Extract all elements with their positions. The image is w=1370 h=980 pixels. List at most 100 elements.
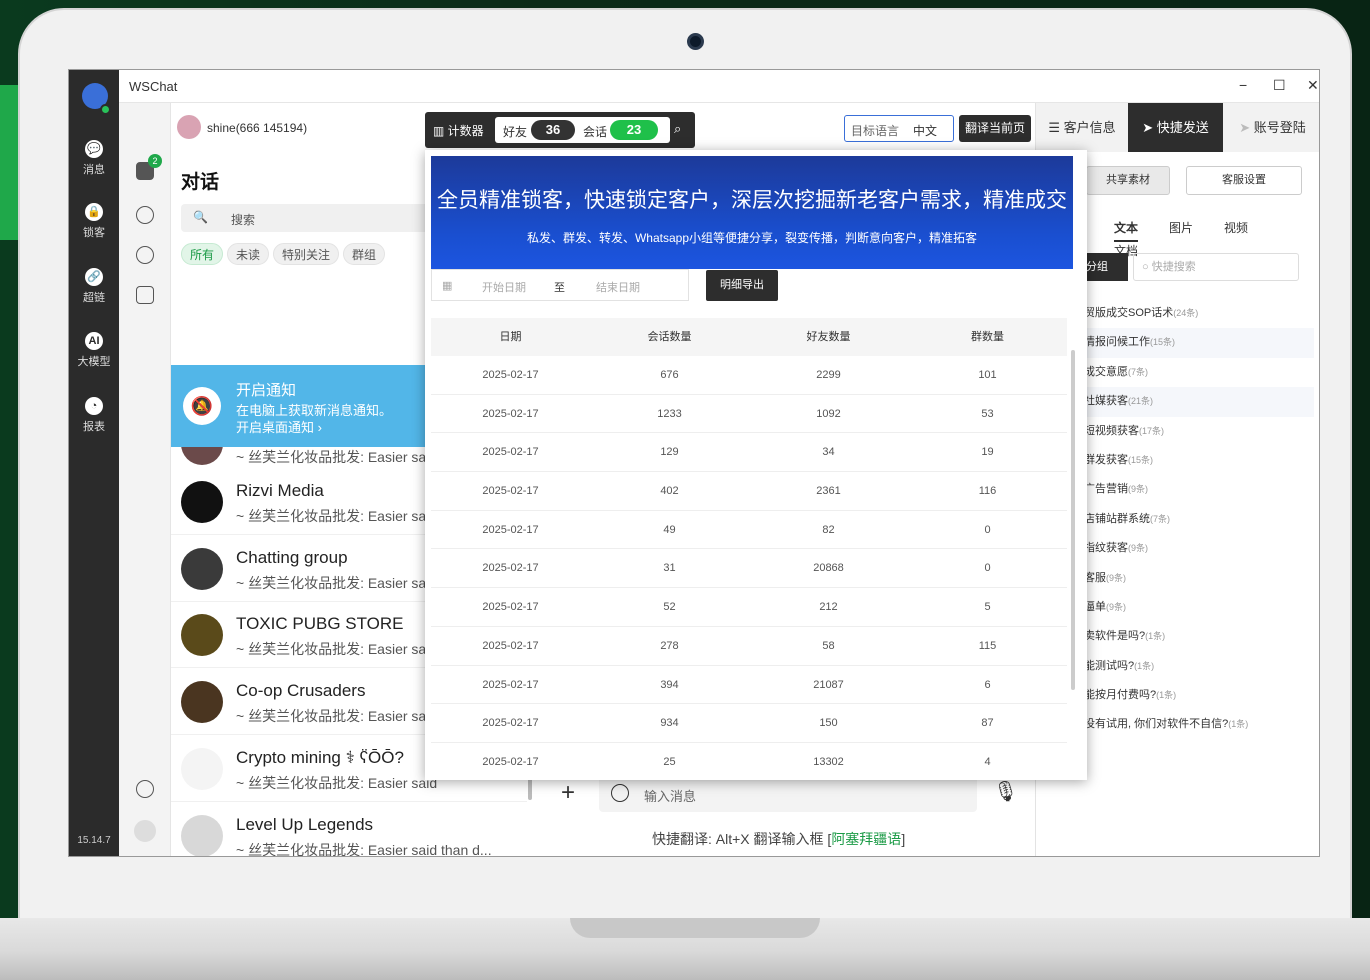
- counter-label[interactable]: ▥ 计数器: [433, 122, 484, 139]
- quick-search-input[interactable]: ○ 快捷搜索: [1133, 253, 1299, 281]
- target-language-select[interactable]: 目标语言 中文: [844, 115, 954, 142]
- minimize-button[interactable]: −: [1239, 77, 1247, 93]
- column-header[interactable]: 好友数量: [749, 318, 908, 356]
- table-cell: 1233: [657, 407, 682, 420]
- tab-label: 快捷发送: [1156, 120, 1209, 135]
- column-header[interactable]: 群数量: [908, 318, 1067, 356]
- notice-title: 开启通知: [236, 382, 297, 399]
- translate-page-button[interactable]: 翻译当前页: [959, 115, 1031, 142]
- category-item[interactable]: 客服(9条): [1084, 564, 1314, 593]
- table-cell: 394: [660, 678, 679, 691]
- target-language-label: 目标语言: [851, 124, 900, 138]
- chat-avatar: [181, 747, 223, 790]
- zoom-search-icon[interactable]: ⌕: [674, 121, 681, 137]
- table-cell: 2025-02-17: [482, 446, 539, 459]
- tab-video[interactable]: 视频: [1224, 219, 1248, 236]
- category-count: (9条): [1128, 543, 1148, 554]
- category-item[interactable]: 逼单(9条): [1084, 593, 1314, 622]
- end-date-input[interactable]: 结束日期: [596, 279, 640, 295]
- rail-item-message[interactable]: 💬 消息: [69, 140, 119, 177]
- chat-name: TOXIC PUBG STORE: [236, 614, 404, 634]
- table-cell: 2025-02-17: [482, 562, 539, 575]
- emoji-icon[interactable]: [611, 784, 629, 802]
- banner-title: 全员精准锁客，快速锁定客户，深层次挖掘新老客户需求，精准成交: [437, 189, 1067, 212]
- shared-materials-button[interactable]: 共享素材: [1086, 166, 1170, 195]
- category-item[interactable]: 短视频获客(17条): [1084, 417, 1314, 446]
- rail-item-ai[interactable]: AI 大模型: [69, 332, 119, 369]
- table-cell: 25: [663, 755, 676, 768]
- filter-groups[interactable]: 群组: [343, 243, 386, 265]
- version-label: 15.14.7: [77, 835, 111, 846]
- category-item[interactable]: 能测试吗?(1条): [1084, 652, 1314, 681]
- table-cell: 129: [660, 446, 679, 459]
- rail-item-report[interactable]: ◔ 报表: [69, 397, 119, 434]
- category-name: 店铺站群系统: [1084, 512, 1150, 525]
- communities-icon[interactable]: [136, 286, 154, 304]
- rail-item-link[interactable]: 🔗 超链: [69, 268, 119, 305]
- table-row: 2025-02-17 31 20868 0: [431, 549, 1067, 589]
- category-name: 成交意愿: [1084, 365, 1128, 378]
- category-item[interactable]: 店铺站群系统(7条): [1084, 505, 1314, 534]
- friends-count: 36: [531, 120, 575, 140]
- category-item[interactable]: 情报问候工作(15条): [1084, 328, 1314, 358]
- date-range-picker[interactable]: ▦ 开始日期 至 结束日期: [431, 269, 689, 301]
- close-button[interactable]: ✕: [1307, 77, 1319, 94]
- chat-item[interactable]: Level Up Legends ~ 丝芙兰化妆品批发: Easier said …: [171, 803, 527, 856]
- left-rail: 💬 消息 🔒 锁客 🔗 超链 AI 大模型 ◔ 报表 15.14.7: [69, 70, 119, 856]
- tab-text[interactable]: 文本: [1114, 219, 1139, 242]
- enable-notifications-link[interactable]: 开启桌面通知 ›: [236, 417, 322, 436]
- maximize-button[interactable]: ☐: [1273, 77, 1286, 94]
- filter-all[interactable]: 所有: [181, 243, 224, 265]
- category-item[interactable]: 能按月付费吗?(1条): [1084, 681, 1314, 710]
- category-name: 逼单: [1084, 600, 1106, 613]
- rail-item-lock[interactable]: 🔒 锁客: [69, 203, 119, 240]
- app-title: WSChat: [129, 79, 178, 94]
- category-item[interactable]: 广告营销(9条): [1084, 475, 1314, 504]
- category-item[interactable]: 成交意愿(7条): [1084, 358, 1314, 387]
- column-header[interactable]: 会话数量: [590, 318, 749, 356]
- export-details-button[interactable]: 明细导出: [706, 270, 778, 301]
- column-header[interactable]: 日期: [431, 318, 590, 356]
- category-list: 贸版成交SOP话术(24条) 情报问候工作(15条) 成交意愿(7条) 社媒获客(21…: [1084, 299, 1314, 740]
- message-input[interactable]: 输入消息: [599, 776, 977, 812]
- channels-icon[interactable]: [136, 246, 154, 264]
- category-item[interactable]: 指纹获客(9条): [1084, 534, 1314, 563]
- table-cell: 2025-02-17: [482, 755, 539, 768]
- category-count: (21条): [1128, 396, 1154, 407]
- rail-item-label: 消息: [83, 164, 105, 176]
- tab-customer-info[interactable]: ☰ 客户信息: [1036, 103, 1128, 152]
- hint-language[interactable]: 阿塞拜疆语: [831, 831, 901, 847]
- send-icon: ➤: [1142, 120, 1157, 135]
- category-item[interactable]: 没有试用, 你们对软件不自信?(1条): [1084, 710, 1314, 739]
- chat-last-message: ~ 丝芙兰化妆品批发: Easier said: [236, 641, 438, 658]
- tab-account-login[interactable]: ➤ 账号登陆: [1223, 103, 1319, 152]
- category-item[interactable]: 社媒获客(21条): [1084, 387, 1314, 417]
- tab-quick-send[interactable]: ➤ 快捷发送: [1128, 103, 1223, 152]
- background-accent: [0, 85, 18, 240]
- message-icon: 💬: [85, 140, 103, 158]
- status-icon[interactable]: [136, 206, 154, 224]
- microphone-icon[interactable]: 🎙: [993, 779, 1018, 804]
- category-item[interactable]: 贸版成交SOP话术(24条): [1084, 299, 1314, 328]
- tab-image[interactable]: 图片: [1169, 219, 1193, 236]
- table-cell: 21087: [813, 678, 844, 691]
- date-separator: 至: [554, 282, 565, 294]
- chat-last-message: ~ 丝芙兰化妆品批发: Easier said: [236, 774, 438, 791]
- table-cell: 2025-02-17: [482, 369, 539, 381]
- category-item[interactable]: 卖软件是吗?(1条): [1084, 622, 1314, 651]
- popup-scrollbar[interactable]: [1071, 350, 1075, 690]
- table-row: 2025-02-17 1233 1092 53: [431, 395, 1067, 434]
- category-item[interactable]: 群发获客(15条): [1084, 446, 1314, 475]
- service-settings-button[interactable]: 客服设置: [1186, 166, 1302, 195]
- filter-unread[interactable]: 未读: [227, 243, 270, 265]
- settings-icon[interactable]: [136, 780, 154, 798]
- chat-name: Crypto mining ⚕ ʕ̈ŌŌ?: [236, 747, 404, 767]
- attach-icon[interactable]: +: [561, 779, 575, 807]
- filter-favorites[interactable]: 特别关注: [273, 243, 340, 265]
- start-date-input[interactable]: 开始日期: [482, 279, 526, 295]
- filter-chips: 所有 未读 特别关注 群组: [181, 243, 389, 265]
- rail-item-label: 锁客: [83, 227, 105, 239]
- user-avatar-icon[interactable]: [134, 820, 156, 842]
- category-name: 群发获客: [1084, 453, 1128, 466]
- table-row: 2025-02-17 402 2361 116: [431, 472, 1067, 511]
